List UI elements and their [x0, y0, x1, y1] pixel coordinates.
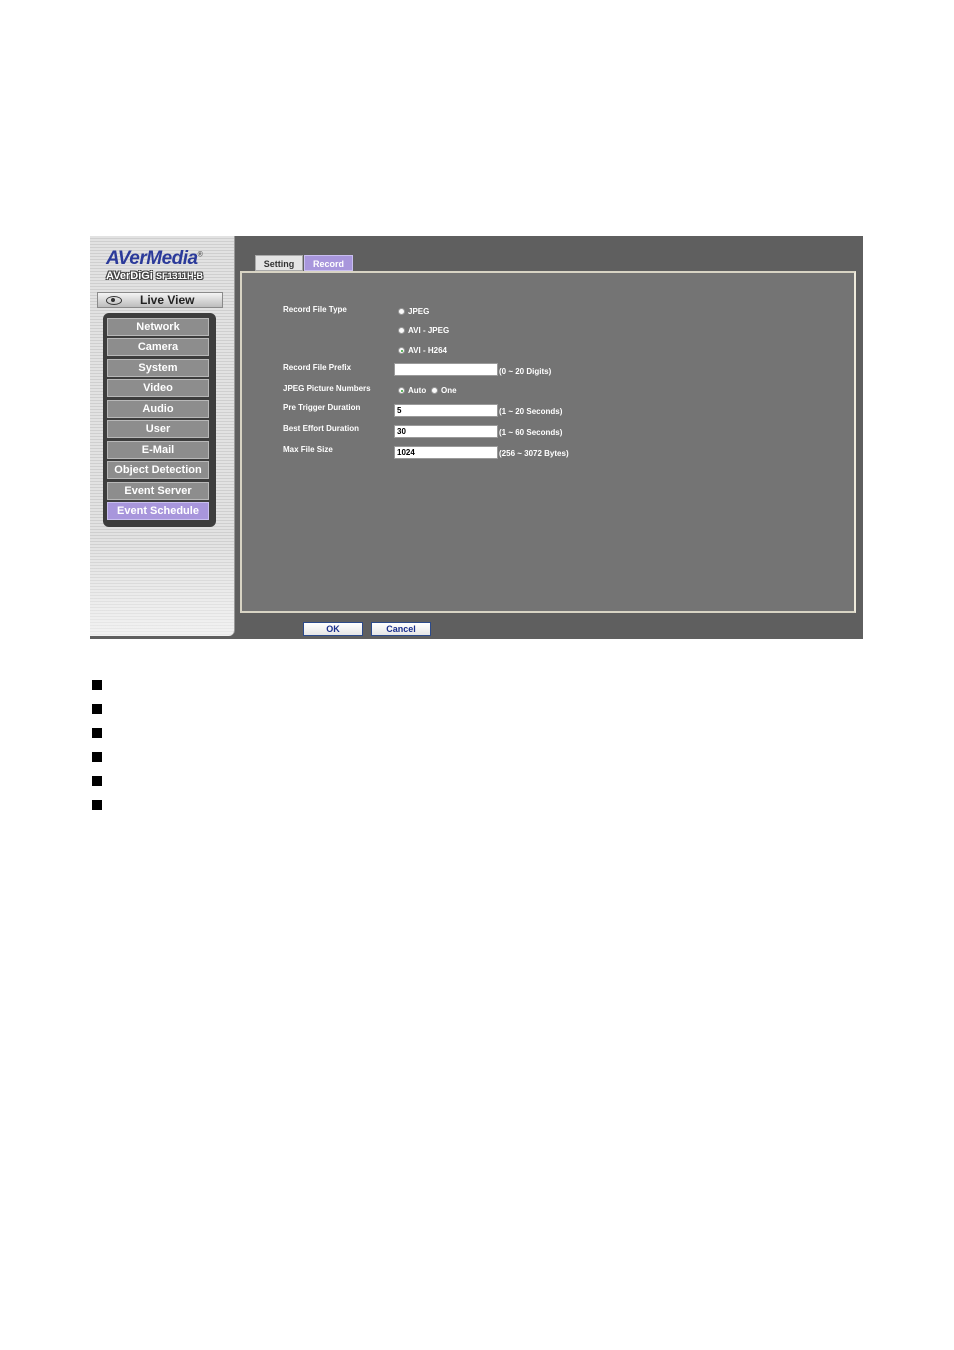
max-file-size-hint: (256 ~ 3072 Bytes) — [499, 449, 569, 458]
max-file-size-label: Max File Size — [283, 445, 333, 454]
radio-avi-jpeg-label: AVI - JPEG — [408, 326, 450, 335]
cancel-button[interactable]: Cancel — [371, 622, 431, 636]
radio-button-icon — [398, 308, 405, 315]
sidebar-item-email[interactable]: E-Mail — [107, 441, 209, 459]
radio-button-icon — [398, 327, 405, 334]
sidebar-item-camera[interactable]: Camera — [107, 338, 209, 356]
sidebar-item-video[interactable]: Video — [107, 379, 209, 397]
sidebar-item-system[interactable]: System — [107, 359, 209, 377]
pre-trigger-duration-input[interactable] — [394, 404, 498, 417]
live-view-button[interactable]: Live View — [97, 292, 223, 308]
sidebar-item-audio[interactable]: Audio — [107, 400, 209, 418]
best-effort-duration-label: Best Effort Duration — [283, 424, 359, 433]
sidebar-item-event-schedule[interactable]: Event Schedule — [107, 502, 209, 520]
radio-auto-label: Auto — [408, 386, 427, 395]
ok-button[interactable]: OK — [303, 622, 363, 636]
radio-avi-h264-label: AVI - H264 — [408, 346, 447, 355]
model-code: SF1311H-B — [155, 271, 203, 281]
radio-avi-jpeg[interactable]: AVI - JPEG — [398, 326, 449, 335]
live-view-label: Live View — [140, 293, 195, 307]
model-label: AVerDiGi SF1311H-B — [106, 270, 203, 282]
radio-avi-h264[interactable]: AVI - H264 — [398, 346, 447, 355]
radio-jpeg[interactable]: JPEG — [398, 307, 429, 316]
bullet-square-icon — [92, 752, 102, 762]
sidebar-item-object-detection[interactable]: Object Detection — [107, 461, 209, 479]
best-effort-duration-input[interactable] — [394, 425, 498, 438]
sidebar: AVerMedia® AVerDiGi SF1311H-B Live View … — [90, 236, 235, 636]
registered-mark: ® — [197, 251, 203, 259]
tab-record[interactable]: Record — [304, 255, 353, 271]
sidebar-item-event-server[interactable]: Event Server — [107, 482, 209, 500]
best-effort-duration-hint: (1 ~ 60 Seconds) — [499, 428, 563, 437]
avermedia-logo: AVerMedia® — [106, 248, 203, 270]
eye-icon — [106, 295, 122, 305]
logo-text: AVerMedia — [106, 248, 198, 269]
max-file-size-input[interactable] — [394, 446, 498, 459]
bullet-square-icon — [92, 776, 102, 786]
settings-menu: Network Camera System Video Audio User E… — [103, 313, 216, 527]
radio-one-label: One — [441, 386, 457, 395]
pre-trigger-duration-label: Pre Trigger Duration — [283, 403, 361, 412]
bullet-square-icon — [92, 704, 102, 714]
bullet-square-icon — [92, 800, 102, 810]
pre-trigger-duration-hint: (1 ~ 20 Seconds) — [499, 407, 563, 416]
radio-selected-icon — [398, 347, 405, 354]
sidebar-item-user[interactable]: User — [107, 420, 209, 438]
record-file-prefix-input[interactable] — [394, 363, 498, 376]
tab-setting[interactable]: Setting — [255, 255, 303, 271]
record-settings-panel — [240, 271, 856, 613]
radio-button-icon — [431, 387, 438, 394]
radio-jpeg-label: JPEG — [408, 307, 430, 316]
radio-auto[interactable]: Auto — [398, 386, 426, 395]
radio-one[interactable]: One — [431, 386, 457, 395]
model-name: AVerDiGi — [106, 270, 153, 282]
sidebar-item-network[interactable]: Network — [107, 318, 209, 336]
camera-web-ui: AVerMedia® AVerDiGi SF1311H-B Live View … — [90, 236, 863, 639]
bullet-square-icon — [92, 728, 102, 738]
record-file-prefix-hint: (0 ~ 20 Digits) — [499, 367, 552, 376]
jpeg-picture-numbers-label: JPEG Picture Numbers — [283, 384, 371, 393]
record-file-type-label: Record File Type — [283, 305, 347, 314]
bullet-list — [92, 680, 102, 824]
record-file-prefix-label: Record File Prefix — [283, 363, 352, 372]
bullet-square-icon — [92, 680, 102, 690]
radio-selected-icon — [398, 387, 405, 394]
